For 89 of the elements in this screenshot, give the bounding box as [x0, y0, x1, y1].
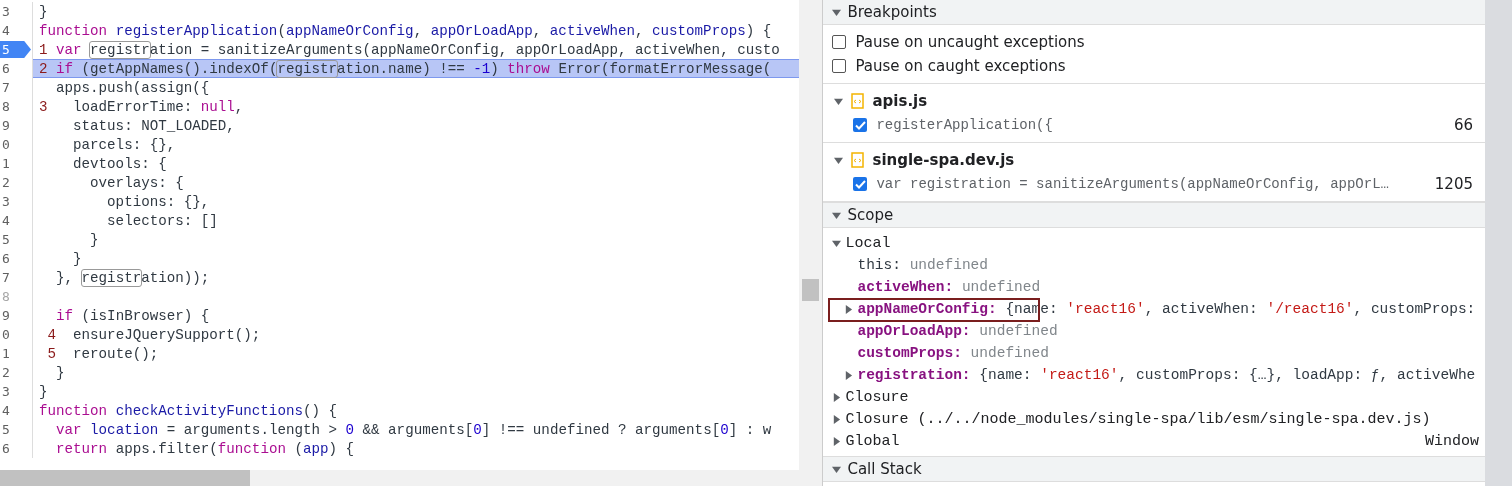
checkbox[interactable]	[832, 59, 847, 73]
code-text: status: NOT_LOADED,	[72, 117, 235, 134]
code-text: }	[38, 383, 48, 400]
option-label[interactable]: Pause on caught exceptions	[855, 57, 1066, 75]
scope-group[interactable]: Global	[845, 432, 900, 450]
line-number[interactable]: 9	[0, 308, 10, 323]
code-text: function checkActivityFunctions() {	[38, 402, 337, 419]
scope-group[interactable]: Closure (../../node_modules/single-spa/lib/esm/single-spa.dev.js)	[845, 410, 1431, 428]
expand-triangle-icon[interactable]	[834, 155, 844, 165]
expand-triangle-icon[interactable]	[834, 96, 844, 106]
line-number[interactable]: 5	[0, 422, 10, 437]
breakpoint-line-number: 1205	[1434, 175, 1473, 193]
line-number[interactable]: 4	[0, 213, 10, 228]
line-number[interactable]: 2	[0, 365, 10, 380]
file-name[interactable]: single-spa.dev.js	[872, 151, 1015, 169]
scope-variable[interactable]: appOrLoadApp: undefined	[857, 323, 1058, 339]
expand-triangle-icon[interactable]	[832, 414, 842, 424]
code-text: }	[38, 3, 48, 20]
code-text: overlays: {	[89, 174, 184, 191]
section-title: Scope	[847, 206, 894, 224]
checkbox[interactable]	[853, 177, 868, 191]
line-number[interactable]: 4	[0, 403, 10, 418]
scope-variable[interactable]: customProps: undefined	[857, 345, 1049, 361]
code-text: if (isInBrowser) {	[55, 307, 210, 324]
code-text: }, registration));	[55, 269, 210, 286]
expand-triangle-icon[interactable]	[844, 304, 854, 314]
code-text: }	[72, 250, 82, 267]
code-text: 1 var registration = sanitizeArguments(appNameOrConfig, appOrLoadApp, activeWhen, custo	[38, 41, 780, 58]
line-number[interactable]: 3	[0, 4, 10, 19]
expand-triangle-icon[interactable]	[844, 370, 854, 380]
expand-triangle-icon[interactable]	[832, 238, 842, 248]
breakpoint-marker[interactable]: 5	[0, 41, 31, 58]
line-number[interactable]: 3	[0, 384, 10, 399]
line-number[interactable]: 8	[0, 99, 10, 114]
line-number[interactable]: 7	[0, 80, 10, 95]
scope-variable[interactable]: registration: {name: 'react16', customProps: {…}, loadApp: ƒ, activeWhe	[857, 367, 1476, 383]
code-text: 5 reroute();	[46, 345, 159, 362]
scope-variable[interactable]: this: undefined	[857, 257, 988, 273]
breakpoint-line-number: 66	[1453, 116, 1473, 134]
code-text: 2 if (getAppNames().indexOf(registration.name) !== -1) throw Error(formatErrorMessage(	[38, 60, 772, 77]
line-number[interactable]: 9	[0, 118, 10, 133]
line-number[interactable]: 6	[0, 441, 10, 456]
section-header[interactable]: Call Stack	[823, 456, 1485, 482]
code-text: }	[55, 364, 65, 381]
file-icon	[851, 93, 865, 109]
option-label[interactable]: Pause on uncaught exceptions	[855, 33, 1085, 51]
line-number[interactable]: 1	[0, 346, 10, 361]
expand-triangle-icon[interactable]	[832, 436, 842, 446]
scope-group[interactable]: Local	[845, 234, 891, 252]
line-number[interactable]: 1	[0, 156, 10, 171]
line-number[interactable]: 0	[0, 327, 10, 342]
breakpoint-code[interactable]: var registration = sanitizeArguments(appNameOrConfig, appOrL…	[876, 176, 1426, 192]
line-number[interactable]: 3	[0, 194, 10, 209]
code-text: selectors: []	[106, 212, 218, 229]
expand-triangle-icon[interactable]	[832, 210, 842, 220]
code-text: apps.push(assign({	[55, 79, 210, 96]
code-text: options: {},	[106, 193, 210, 210]
line-number[interactable]: 4	[0, 23, 10, 38]
code-text: function registerApplication(appNameOrConfig, appOrLoadApp, activeWhen, customProps) {	[38, 22, 772, 39]
line-number[interactable]: 5	[0, 232, 10, 247]
file-icon	[851, 152, 865, 168]
code-text: }	[89, 231, 99, 248]
code-text: 3 loadErrorTime: null,	[38, 98, 244, 115]
code-text: parcels: {},	[72, 136, 176, 153]
scope-group[interactable]: Closure	[845, 388, 909, 406]
scope-value: Window	[1425, 432, 1479, 450]
code-text: devtools: {	[72, 155, 167, 172]
checkbox[interactable]	[853, 118, 868, 132]
scope-variable[interactable]: activeWhen: undefined	[857, 279, 1041, 295]
line-number[interactable]: 7	[0, 270, 10, 285]
code-text: var location = arguments.length > 0 && arguments[0] !== undefined ? arguments[0] : w	[55, 421, 772, 438]
line-number: 5	[1, 42, 10, 57]
code-text: 4 ensureJQuerySupport();	[46, 326, 261, 343]
section-title: Breakpoints	[847, 3, 937, 21]
expand-triangle-icon[interactable]	[832, 464, 842, 474]
line-number[interactable]: 0	[0, 137, 10, 152]
line-number[interactable]: 6	[0, 251, 10, 266]
breakpoint-code[interactable]: registerApplication({	[876, 117, 1445, 133]
section-header[interactable]: Breakpoints	[823, 0, 1485, 25]
expand-triangle-icon[interactable]	[832, 392, 842, 402]
code-text: return apps.filter(function (app) {	[55, 440, 355, 457]
expand-triangle-icon[interactable]	[832, 7, 842, 17]
vertical-scrollbar[interactable]	[799, 0, 823, 486]
section-title: Call Stack	[847, 460, 922, 478]
file-name[interactable]: apis.js	[872, 92, 928, 110]
checkbox[interactable]	[832, 35, 847, 49]
horizontal-scrollbar[interactable]	[0, 470, 800, 486]
line-number[interactable]: 2	[0, 175, 10, 190]
section-header[interactable]: Scope	[823, 202, 1485, 228]
